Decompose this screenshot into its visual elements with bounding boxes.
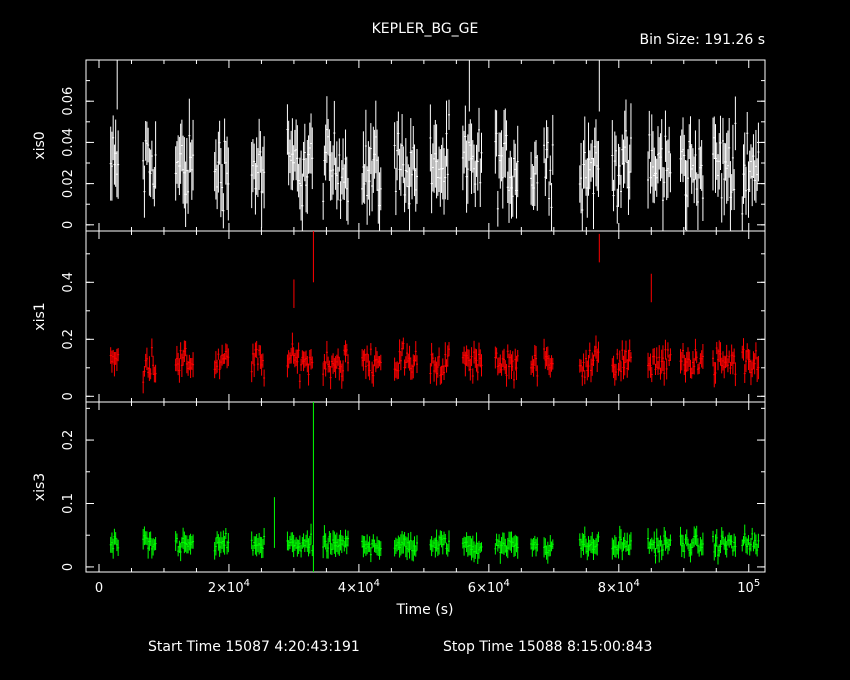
y-tick-label: 0.1 (61, 493, 76, 514)
x-tick-mantissa: 0 (95, 581, 103, 596)
x-tick-label: 2×104 (208, 578, 250, 596)
x-tick-label: 8×104 (598, 578, 640, 596)
y-tick-label: 0.2 (61, 430, 76, 451)
panel-xis0: 0 0.02 0.04 0.06 xis0 (32, 59, 766, 232)
series-xis1 (109, 231, 760, 394)
x-tick-exponent: 4 (633, 578, 639, 589)
x-tick-label: 0 (95, 581, 103, 596)
start-time-label: Start Time 15087 4:20:43:191 (148, 639, 360, 655)
bin-size-label: Bin Size: 191.26 s (640, 32, 765, 48)
x-tick-label: 6×104 (468, 578, 510, 596)
panel-xis3: 0 0.1 0.2 xis3 (32, 401, 766, 573)
y-tick-label: 0 (61, 221, 76, 229)
y-tick-label: 0.2 (61, 329, 76, 350)
series-xis3 (109, 402, 760, 572)
y-tick-label: 0.4 (61, 272, 76, 293)
series-xis0 (109, 60, 760, 231)
x-tick-mantissa: 6×10 (468, 581, 504, 596)
plot-canvas: KEPLER_BG_GE Bin Size: 191.26 s Time (s)… (0, 0, 850, 680)
lightcurve-figure: KEPLER_BG_GE Bin Size: 191.26 s Time (s)… (32, 21, 766, 655)
x-tick-exponent: 4 (244, 578, 250, 589)
y-tick-label: 0.04 (61, 128, 76, 157)
x-tick-exponent: 4 (504, 578, 510, 589)
y-axis-label-xis1: xis1 (32, 302, 48, 330)
y-tick-label: 0.06 (61, 87, 76, 116)
x-axis-label: Time (s) (396, 602, 454, 618)
panel-frame-xis1 (85, 230, 766, 403)
y-axis-label-xis3: xis3 (32, 473, 48, 501)
stop-time-label: Stop Time 15088 8:15:00:843 (443, 639, 652, 655)
x-tick-label: 4×104 (338, 578, 380, 596)
x-tick-mantissa: 8×10 (598, 581, 634, 596)
x-tick-exponent: 5 (754, 578, 760, 589)
y-tick-label: 0 (61, 563, 76, 571)
y-tick-label: 0 (61, 392, 76, 400)
x-tick-mantissa: 2×10 (208, 581, 244, 596)
chart-title: KEPLER_BG_GE (372, 21, 479, 37)
panel-xis1: 0 0.2 0.4 xis1 (32, 230, 766, 403)
x-tick-label: 105 (737, 578, 760, 596)
x-tick-mantissa: 4×10 (338, 581, 374, 596)
y-axis-label-xis0: xis0 (32, 131, 48, 159)
y-tick-label: 0.02 (61, 169, 76, 198)
x-tick-exponent: 4 (374, 578, 380, 589)
x-tick-mantissa: 10 (737, 581, 754, 596)
